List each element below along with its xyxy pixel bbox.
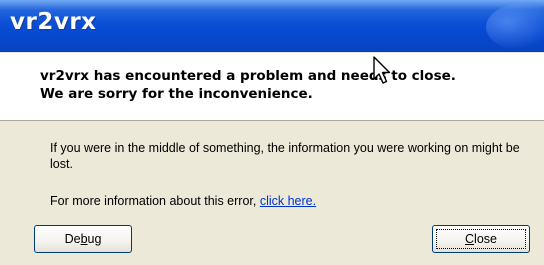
debug-label-accelerator: b xyxy=(80,232,88,246)
more-info-text: For more information about this error, c… xyxy=(50,193,316,209)
debug-label-part2: ug xyxy=(87,232,102,246)
title-bar[interactable]: vr2vrx xyxy=(0,0,544,52)
click-here-link[interactable]: click here. xyxy=(260,194,316,208)
error-header-panel: vr2vrx has encountered a problem and nee… xyxy=(0,53,544,121)
window-title: vr2vrx xyxy=(10,9,97,35)
debug-label-part1: De xyxy=(64,232,81,246)
data-loss-warning: If you were in the middle of something, … xyxy=(50,141,520,171)
debug-button[interactable]: Debug xyxy=(34,225,132,253)
close-button[interactable]: Close xyxy=(432,225,530,253)
mouse-pointer-icon xyxy=(373,56,391,84)
apology-line: We are sorry for the inconvenience. xyxy=(40,86,313,102)
more-info-prefix: For more information about this error, xyxy=(50,194,260,208)
focus-ring xyxy=(436,229,526,249)
title-bar-decoration xyxy=(486,4,544,50)
error-report-dialog: vr2vrx vr2vrx has encountered a problem … xyxy=(0,0,544,265)
